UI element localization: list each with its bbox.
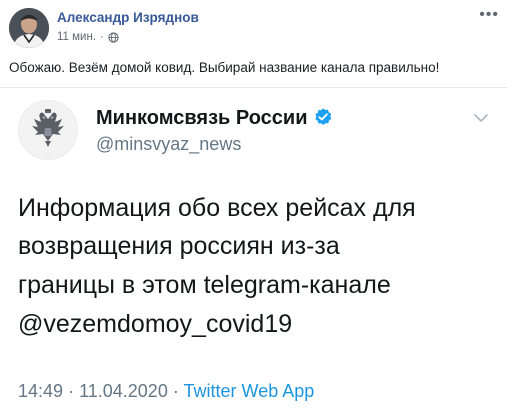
meta-separator: · bbox=[100, 31, 104, 43]
tweet-account-name-text: Минкомсвязь России bbox=[96, 107, 308, 129]
tweet-meta-separator: · bbox=[68, 381, 75, 401]
double-headed-eagle-icon bbox=[18, 100, 78, 160]
post-meta: 11 мин. · bbox=[57, 31, 119, 43]
tweet-time: 14:49 bbox=[18, 381, 64, 401]
ellipsis-icon[interactable]: ••• bbox=[479, 7, 499, 23]
globe-icon[interactable] bbox=[108, 31, 119, 43]
tweet-text-line: @vezemdomoy_covid19 bbox=[18, 310, 293, 338]
tweet-source-app: Twitter Web App bbox=[183, 381, 315, 401]
post-time[interactable]: 11 мин. bbox=[57, 31, 96, 43]
tweet-text-line: Информация обо всех рейсах для bbox=[18, 194, 416, 222]
chevron-down-icon bbox=[473, 110, 489, 126]
author-name[interactable]: Александр Изряднов bbox=[57, 10, 199, 25]
tweet-meta-separator: · bbox=[172, 381, 179, 401]
verified-badge-icon bbox=[313, 107, 333, 127]
tweet-text-line: возвращения россиян из-за bbox=[18, 232, 340, 260]
tweet-text-line: границы в этом telegram-канале bbox=[18, 271, 391, 299]
tweet-date: 11.04.2020 bbox=[79, 381, 168, 401]
tweet-meta: 14:49 · 11.04.2020 · Twitter Web App bbox=[18, 381, 314, 402]
tweet-account-name: Минкомсвязь России bbox=[96, 107, 333, 130]
post-header: Александр Изряднов 11 мин. · ••• bbox=[0, 0, 507, 52]
post-text: Обожаю. Везём домой ковид. Выбирай назва… bbox=[9, 60, 440, 75]
tweet-handle: @minsvyaz_news bbox=[96, 134, 242, 154]
avatar[interactable] bbox=[9, 8, 49, 48]
